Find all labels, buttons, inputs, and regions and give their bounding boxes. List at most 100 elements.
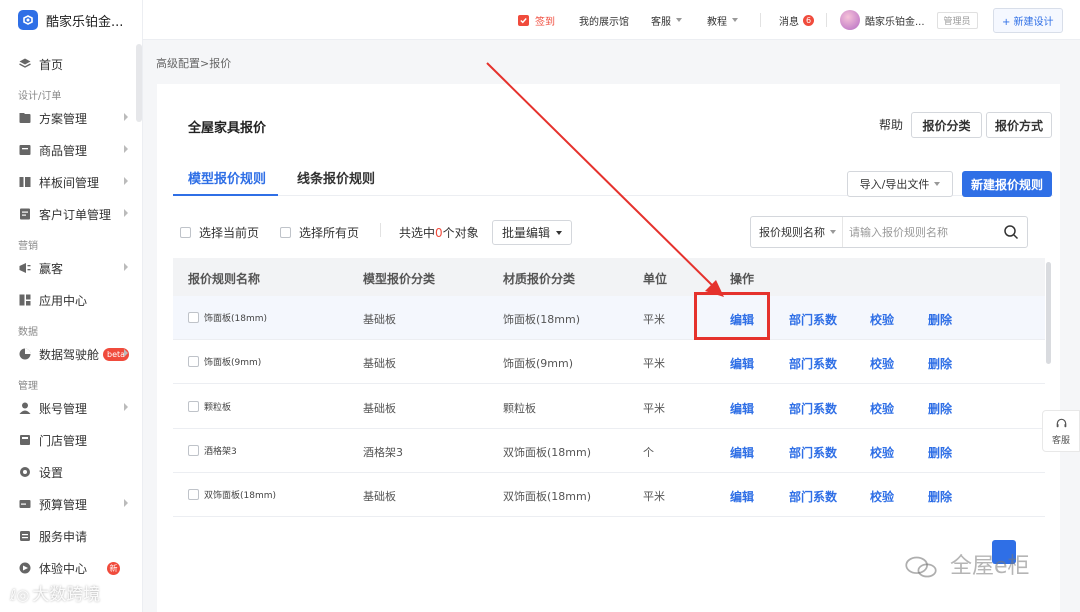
sidebar-item-cockpit[interactable]: 数据驾驶舱 beta: [0, 338, 136, 370]
delete-button[interactable]: 删除: [928, 355, 952, 372]
chevron-right-icon: [124, 209, 128, 217]
select-all-pages[interactable]: 选择所有页: [280, 224, 359, 241]
row-checkbox[interactable]: [188, 312, 199, 323]
tab-line-rules[interactable]: 线条报价规则: [297, 168, 375, 187]
batch-edit-label: 批量编辑: [501, 226, 550, 240]
select-page-label: 选择当前页: [199, 226, 260, 240]
table-row: 饰面板(18mm) 基础板 饰面板(18mm) 平米 编辑 部门系数 校验 删除: [173, 296, 1045, 340]
import-export-label: 导入/导出文件: [859, 178, 930, 191]
my-showroom-link[interactable]: 我的展示馆: [579, 0, 629, 40]
search-icon[interactable]: [1003, 224, 1019, 240]
import-export-dropdown[interactable]: 导入/导出文件: [847, 171, 953, 197]
edit-button[interactable]: 编辑: [730, 400, 754, 417]
delete-button[interactable]: 删除: [928, 400, 952, 417]
unit-cell: 平米: [643, 357, 665, 371]
sidebar-group-label: 设计/订单: [18, 91, 62, 102]
checkbox[interactable]: [280, 227, 291, 238]
dept-coefficient-button[interactable]: 部门系数: [789, 488, 837, 505]
model-category-cell: 基础板: [363, 357, 396, 371]
chevron-down-icon: [732, 18, 738, 22]
sidebar-item-label: 赢客: [39, 261, 64, 276]
validate-button[interactable]: 校验: [870, 400, 894, 417]
edit-button[interactable]: 编辑: [730, 355, 754, 372]
tab-model-rules[interactable]: 模型报价规则: [188, 168, 266, 187]
row-checkbox[interactable]: [188, 356, 199, 368]
sidebar-scrollbar[interactable]: [136, 44, 142, 122]
table-scrollbar[interactable]: [1046, 262, 1051, 364]
checkin-button[interactable]: 签到: [518, 0, 555, 40]
selected-count-text: 共选中 0 个对象: [399, 224, 479, 241]
quote-method-button[interactable]: 报价方式: [986, 112, 1052, 138]
select-current-page[interactable]: 选择当前页: [180, 224, 259, 241]
user-name: 酷家乐铂金...: [865, 16, 925, 28]
brand[interactable]: 酷家乐铂金...: [0, 0, 142, 40]
table-header: 报价规则名称 模型报价分类 材质报价分类 单位 操作: [173, 258, 1045, 296]
sidebar-item-win[interactable]: 赢客: [0, 252, 136, 284]
order-icon: [18, 207, 32, 221]
dept-coefficient-button[interactable]: 部门系数: [789, 400, 837, 417]
batch-edit-dropdown[interactable]: 批量编辑: [492, 220, 572, 245]
checkbox[interactable]: [180, 227, 191, 238]
chevron-right-icon: [124, 263, 128, 271]
checkin-icon: [518, 14, 529, 26]
sidebar-item-plan[interactable]: 方案管理: [0, 102, 136, 134]
dept-coefficient-button[interactable]: 部门系数: [789, 444, 837, 461]
sidebar-item-budget[interactable]: 预算管理: [0, 488, 136, 520]
sidebar-item-label: 体验中心: [39, 561, 88, 576]
rule-name-cell: 颗粒板: [188, 400, 231, 413]
col-material-category: 材质报价分类: [503, 272, 576, 286]
delete-button[interactable]: 删除: [928, 488, 952, 505]
row-checkbox[interactable]: [188, 489, 199, 501]
search-field-dropdown[interactable]: 报价规则名称: [751, 217, 843, 247]
row-checkbox[interactable]: [188, 400, 199, 412]
brand-watermark-text: 全屋e柜: [950, 554, 1030, 579]
dept-coefficient-button[interactable]: 部门系数: [789, 355, 837, 372]
search-input[interactable]: [849, 223, 999, 241]
edit-button[interactable]: 编辑: [730, 444, 754, 461]
new-quote-rule-button[interactable]: 新建报价规则: [962, 171, 1052, 197]
material-category-cell: 双饰面板(18mm): [503, 490, 592, 504]
sidebar-group-label: 营销: [18, 241, 38, 252]
sidebar-item-label: 预算管理: [39, 497, 88, 512]
delete-button[interactable]: 删除: [928, 444, 952, 461]
sidebar-item-settings[interactable]: 设置: [0, 456, 136, 488]
validate-button[interactable]: 校验: [870, 355, 894, 372]
user-menu[interactable]: 酷家乐铂金... 管理员: [840, 0, 978, 40]
edit-button[interactable]: 编辑: [730, 488, 754, 505]
top-bar: 签到 我的展示馆 客服 教程 消息 6 酷家乐铂金... 管理员 + 新建设计: [143, 0, 1080, 40]
megaphone-icon: [18, 261, 32, 275]
sidebar-item-service[interactable]: 服务申请: [0, 520, 136, 552]
validate-button[interactable]: 校验: [870, 311, 894, 328]
sidebar-item-label: 数据驾驶舱: [39, 347, 100, 362]
table-row: 饰面板(9mm) 基础板 饰面板(9mm) 平米 编辑 部门系数 校验 删除: [173, 340, 1045, 385]
sidebar-item-label: 商品管理: [39, 143, 88, 158]
breadcrumb: 高级配置>报价: [156, 57, 232, 70]
support-menu[interactable]: 客服: [651, 0, 682, 40]
sidebar-item-home[interactable]: 首页: [0, 48, 136, 80]
material-category-cell: 饰面板(9mm): [503, 357, 574, 371]
col-rule-name: 报价规则名称: [188, 272, 261, 286]
sidebar-item-account[interactable]: 账号管理: [0, 392, 136, 424]
float-service-button[interactable]: 客服: [1042, 410, 1080, 452]
sidebar-item-store[interactable]: 门店管理: [0, 424, 136, 456]
sidebar-item-orders[interactable]: 客户订单管理: [0, 198, 136, 230]
sidebar-item-label: 门店管理: [39, 433, 88, 448]
messages-link[interactable]: 消息 6: [779, 0, 814, 40]
unit-cell: 平米: [643, 401, 665, 415]
new-design-wrap: + 新建设计: [993, 0, 1063, 40]
sidebar-item-showroom[interactable]: 样板间管理: [0, 166, 136, 198]
dept-coefficient-button[interactable]: 部门系数: [789, 311, 837, 328]
avatar: [840, 10, 860, 30]
new-design-button[interactable]: + 新建设计: [993, 7, 1063, 33]
delete-button[interactable]: 删除: [928, 311, 952, 328]
help-link[interactable]: 帮助: [879, 116, 903, 133]
validate-button[interactable]: 校验: [870, 444, 894, 461]
sidebar-item-product[interactable]: 商品管理: [0, 134, 136, 166]
tutorial-menu[interactable]: 教程: [707, 0, 738, 40]
quote-category-button[interactable]: 报价分类: [911, 112, 982, 138]
model-category-cell: 酒格架3: [363, 445, 403, 459]
validate-button[interactable]: 校验: [870, 488, 894, 505]
corner-watermark-icon: ℓ◎: [10, 586, 30, 604]
sidebar-item-apps[interactable]: 应用中心: [0, 284, 136, 316]
row-checkbox[interactable]: [188, 444, 199, 456]
